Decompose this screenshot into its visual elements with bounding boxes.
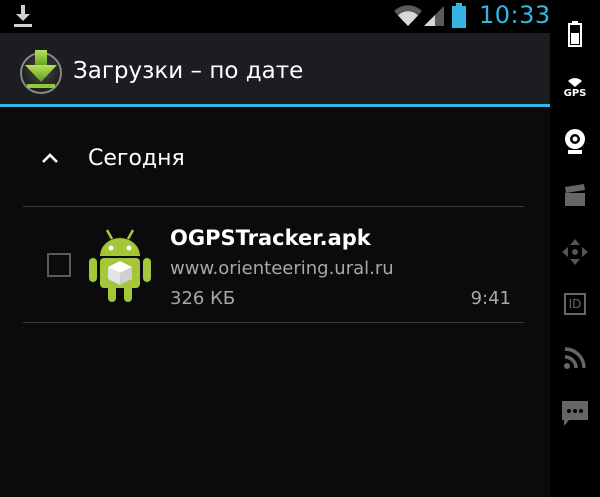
battery-icon xyxy=(568,21,582,47)
battery-tray-icon[interactable] xyxy=(559,18,591,50)
download-app-icon[interactable] xyxy=(18,48,64,94)
list-divider xyxy=(23,322,524,323)
android-apk-icon xyxy=(89,229,151,302)
dpad-tray-icon[interactable] xyxy=(559,236,591,268)
status-bar: 10:33 xyxy=(0,0,550,33)
action-bar: Загрузки – по дате xyxy=(0,33,550,107)
select-checkbox[interactable] xyxy=(47,253,71,277)
gps-tray-icon[interactable]: GPS xyxy=(559,72,591,104)
webcam-tray-icon[interactable] xyxy=(559,126,591,158)
chat-tray-icon[interactable] xyxy=(559,398,591,430)
wifi-icon xyxy=(394,5,422,26)
download-notification-icon[interactable] xyxy=(12,4,34,28)
file-size: 326 КБ xyxy=(170,288,236,309)
chat-icon xyxy=(562,401,588,426)
file-source-url: www.orienteering.ural.ru xyxy=(170,258,394,279)
download-list-item[interactable]: OGPSTracker.apk www.orienteering.ural.ru… xyxy=(23,207,524,322)
rss-tray-icon[interactable] xyxy=(559,342,591,374)
side-tray: GPS ID xyxy=(550,0,600,497)
page-title: Загрузки – по дате xyxy=(73,58,304,84)
webcam-icon xyxy=(565,129,585,154)
download-time: 9:41 xyxy=(470,288,511,309)
file-name: OGPSTracker.apk xyxy=(170,226,371,250)
action-bar-divider xyxy=(0,104,550,107)
gps-label: GPS xyxy=(563,87,587,99)
gps-signal-icon xyxy=(568,77,582,87)
section-header-today[interactable]: Сегодня xyxy=(0,130,550,188)
dpad-icon xyxy=(562,239,588,265)
section-title: Сегодня xyxy=(88,146,185,171)
signal-icon xyxy=(424,6,444,26)
chevron-up-icon[interactable] xyxy=(40,151,60,165)
rss-icon xyxy=(564,347,586,369)
clapper-tray-icon[interactable] xyxy=(559,180,591,212)
id-icon: ID xyxy=(563,293,587,315)
status-clock: 10:33 xyxy=(479,1,551,29)
battery-icon xyxy=(452,3,466,28)
clapper-icon xyxy=(565,184,585,206)
id-tray-icon[interactable]: ID xyxy=(559,288,591,320)
phone-screen: 10:33 Загрузки – по дате Сегодня OGPSTra… xyxy=(0,0,550,497)
